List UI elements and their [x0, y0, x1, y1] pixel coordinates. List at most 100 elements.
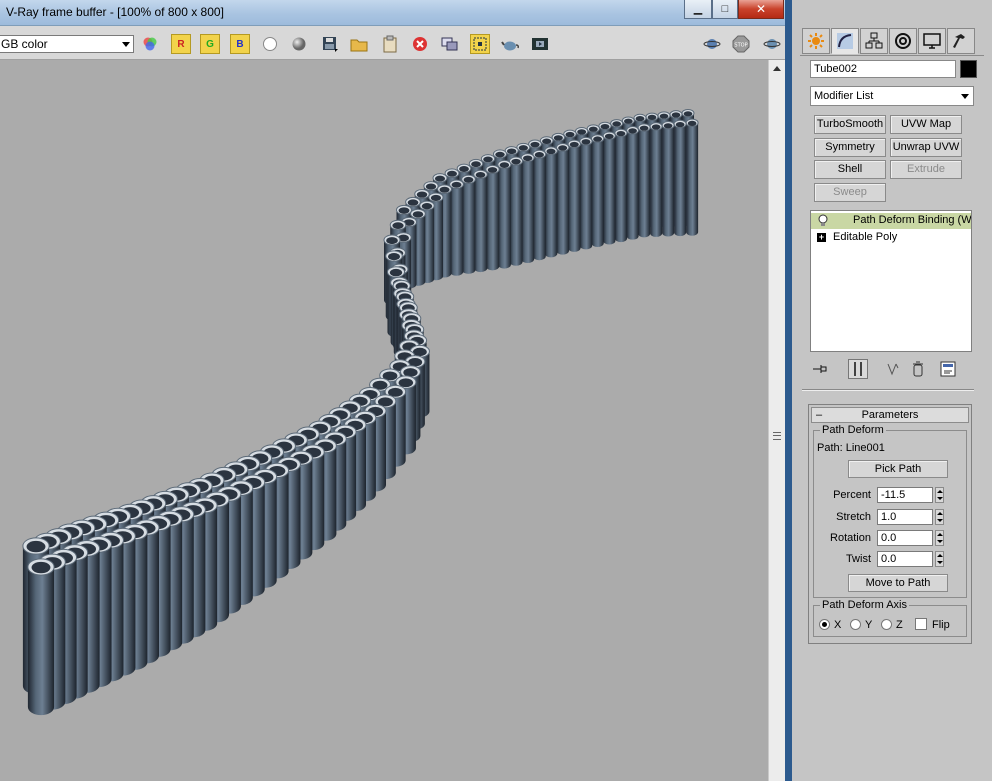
channel-select[interactable]: GB color — [0, 35, 134, 53]
show-pixel-info-button[interactable] — [702, 34, 722, 54]
modifier-stack-list[interactable]: Path Deform Binding (WS + Editable Poly — [810, 210, 972, 352]
panel-divider — [800, 55, 984, 56]
make-unique-button[interactable] — [884, 359, 904, 379]
green-channel-button[interactable]: G — [200, 34, 220, 54]
show-end-result-button[interactable] — [848, 359, 868, 379]
parameters-rollout-header[interactable]: – Parameters — [811, 407, 969, 423]
minimize-button[interactable]: ▁ — [684, 0, 712, 19]
green-channel-label: G — [206, 38, 214, 50]
blue-channel-label: B — [236, 38, 244, 50]
twist-spinner[interactable] — [935, 551, 944, 567]
stop-icon: STOP — [732, 35, 750, 53]
scroll-grip-icon[interactable] — [773, 432, 781, 440]
axis-y-radio[interactable] — [850, 619, 861, 630]
extrude-button[interactable]: Extrude — [890, 160, 962, 179]
monitor-icon — [923, 33, 941, 49]
motion-icon — [895, 33, 911, 49]
render-teapot-icon — [763, 39, 781, 49]
flip-checkbox[interactable] — [915, 618, 927, 630]
stack-item-label: Editable Poly — [833, 231, 898, 243]
tab-utilities[interactable] — [947, 28, 975, 54]
uvw-map-button[interactable]: UVW Map — [890, 115, 962, 134]
sweep-button[interactable]: Sweep — [814, 183, 886, 202]
track-mouse-button[interactable] — [440, 34, 460, 54]
vertical-scrollbar[interactable] — [768, 60, 785, 781]
stretch-label: Stretch — [836, 511, 871, 523]
symmetry-button[interactable]: Symmetry — [814, 138, 886, 157]
rgb-circles-icon — [143, 37, 157, 51]
rotation-field[interactable]: 0.0 — [877, 530, 933, 546]
percent-spinner[interactable] — [935, 487, 944, 503]
tab-create[interactable] — [802, 28, 830, 54]
modifier-list-dropdown[interactable]: Modifier List — [810, 86, 974, 106]
vray-frame-buffer-window: V-Ray frame buffer - [100% of 800 x 800]… — [0, 0, 792, 781]
pick-path-button[interactable]: Pick Path — [848, 460, 948, 478]
render-last-button[interactable] — [500, 34, 520, 54]
move-to-path-button[interactable]: Move to Path — [848, 574, 948, 592]
window-title-bar[interactable]: V-Ray frame buffer - [100% of 800 x 800]… — [0, 0, 792, 26]
path-deform-axis-group: Path Deform Axis X Y Z Flip — [813, 599, 967, 637]
configure-icon — [940, 361, 956, 377]
expand-plus-icon[interactable]: + — [817, 233, 826, 242]
stretch-field[interactable]: 1.0 — [877, 509, 933, 525]
scroll-up-icon[interactable] — [773, 66, 781, 71]
object-name-field[interactable]: Tube002 — [810, 60, 956, 78]
make-unique-icon — [887, 363, 899, 376]
close-button[interactable]: ✕ — [738, 0, 784, 19]
modify-curve-icon — [837, 33, 853, 49]
axis-x-radio[interactable] — [819, 619, 830, 630]
stack-item-editable-poly[interactable]: + Editable Poly — [811, 230, 971, 246]
stretch-spinner[interactable] — [935, 509, 944, 525]
white-circle-button[interactable] — [260, 34, 280, 54]
twist-field[interactable]: 0.0 — [877, 551, 933, 567]
blue-channel-button[interactable]: B — [230, 34, 250, 54]
windows-icon — [441, 37, 458, 51]
render-button[interactable] — [762, 34, 782, 54]
turbosmooth-button[interactable]: TurboSmooth — [814, 115, 886, 134]
shell-button[interactable]: Shell — [814, 160, 886, 179]
object-color-swatch[interactable] — [960, 60, 977, 78]
configure-modifier-sets-button[interactable] — [938, 359, 958, 379]
pin-icon — [813, 365, 827, 373]
command-panel: Tube002 Modifier List TurboSmooth UVW Ma… — [792, 0, 992, 781]
parameters-rollout: – Parameters Path Deform Path: Line001 P… — [808, 404, 972, 644]
tab-modify[interactable] — [831, 28, 859, 54]
grey-sphere-icon — [292, 37, 306, 51]
hammer-icon — [953, 34, 965, 48]
duplicate-button[interactable] — [380, 34, 400, 54]
collapse-minus-icon[interactable]: – — [816, 408, 822, 422]
clear-image-button[interactable] — [410, 34, 430, 54]
mono-button[interactable] — [289, 34, 309, 54]
pin-stack-button[interactable] — [810, 359, 830, 379]
color-mode-button[interactable] — [140, 34, 160, 54]
stack-divider — [802, 389, 974, 391]
remove-modifier-button[interactable] — [908, 359, 928, 379]
rotation-spinner[interactable] — [935, 530, 944, 546]
stop-render-button[interactable]: STOP — [731, 34, 751, 54]
tab-display[interactable] — [918, 28, 946, 54]
save-image-button[interactable] — [320, 34, 340, 54]
maximize-button[interactable]: □ — [712, 0, 738, 19]
minimize-icon: ▁ — [693, 2, 703, 15]
path-label: Path: Line001 — [817, 442, 885, 454]
film-strip-button[interactable] — [530, 34, 550, 54]
svg-text:STOP: STOP — [734, 43, 747, 49]
chevron-down-icon — [961, 94, 969, 99]
clipboard-icon — [383, 35, 397, 53]
percent-label: Percent — [833, 489, 871, 501]
unwrap-uvw-button[interactable]: Unwrap UVW — [890, 138, 962, 157]
hierarchy-icon — [865, 32, 883, 49]
axis-z-radio[interactable] — [881, 619, 892, 630]
parameters-title: Parameters — [861, 409, 919, 421]
red-channel-button[interactable]: R — [171, 34, 191, 54]
load-image-button[interactable] — [349, 34, 369, 54]
render-viewport[interactable] — [0, 60, 768, 781]
region-render-button[interactable] — [470, 34, 490, 54]
stack-item-label: Path Deform Binding (WS — [853, 214, 971, 226]
stack-item-path-deform-binding[interactable]: Path Deform Binding (WS — [811, 213, 971, 229]
rendered-tubes-image — [22, 108, 699, 716]
region-grid-icon — [473, 37, 487, 51]
tab-hierarchy[interactable] — [860, 28, 888, 54]
percent-field[interactable]: -11.5 — [877, 487, 933, 503]
tab-motion[interactable] — [889, 28, 917, 54]
